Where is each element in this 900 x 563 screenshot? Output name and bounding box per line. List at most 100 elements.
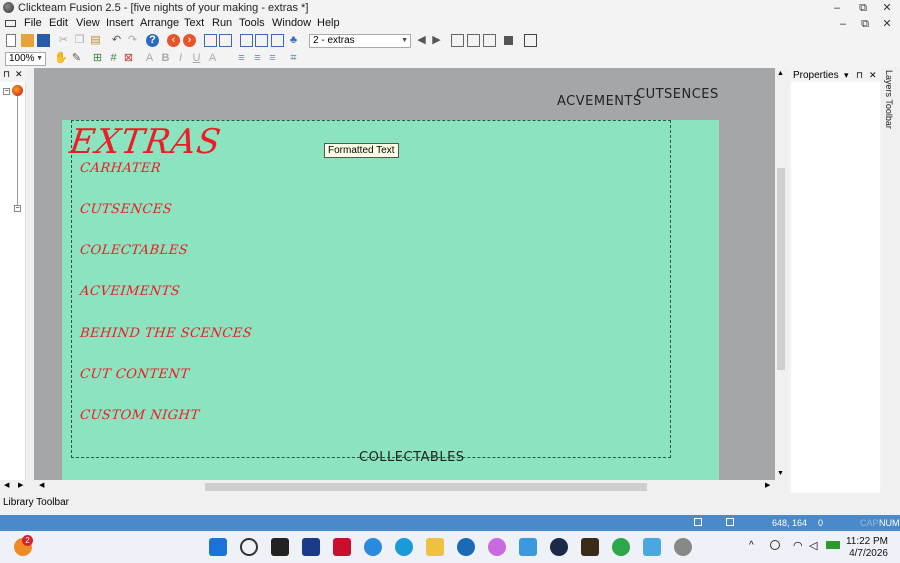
close-icon[interactable]: ✕ [869, 70, 877, 81]
menu-text[interactable]: Text [184, 17, 204, 29]
clock-time[interactable]: 11:22 PM [846, 536, 888, 547]
event-list-icon[interactable] [255, 34, 268, 47]
storyboard-icon[interactable] [204, 34, 217, 47]
layers-toolbar-tab[interactable] [881, 68, 900, 493]
new-file-icon[interactable] [6, 34, 16, 47]
bold-icon[interactable]: B [159, 52, 172, 65]
stop-icon[interactable] [504, 36, 513, 45]
scroll-left-icon[interactable]: ◀ [39, 481, 44, 489]
mcafee-icon[interactable] [333, 538, 351, 556]
vertical-scroll-thumb[interactable] [777, 168, 785, 370]
window-icon[interactable] [451, 34, 464, 47]
properties-body[interactable] [791, 82, 880, 493]
run-frame-icon[interactable] [524, 34, 537, 47]
scroll-down-icon[interactable]: ▼ [777, 470, 784, 477]
start-icon[interactable] [209, 538, 227, 556]
menu-edit[interactable]: Edit [49, 17, 68, 29]
wifi-icon[interactable]: ◠ [793, 539, 803, 552]
close-button[interactable]: ✕ [874, 0, 900, 16]
align-right-icon[interactable]: ≡ [266, 52, 279, 65]
redo-icon[interactable]: ↷ [126, 34, 139, 47]
chrome-icon[interactable] [612, 538, 630, 556]
save-icon[interactable] [37, 34, 50, 47]
pencil-icon[interactable]: ✎ [70, 52, 83, 65]
cloud-icon[interactable] [770, 540, 780, 550]
event-editor-icon[interactable] [240, 34, 253, 47]
scroll-right-icon[interactable]: ▶ [18, 481, 23, 489]
align-left-icon[interactable]: ≡ [235, 52, 248, 65]
menu-run[interactable]: Run [212, 17, 232, 29]
menu-file[interactable]: File [24, 17, 42, 29]
back-icon[interactable]: ‹ [167, 34, 180, 47]
file-explorer-icon[interactable] [426, 538, 444, 556]
extras-title[interactable]: EXTRAS [67, 122, 224, 162]
menu-view[interactable]: View [76, 17, 100, 29]
menu-arrange[interactable]: Arrange [140, 17, 179, 29]
open-folder-icon[interactable] [21, 34, 34, 47]
edge-icon[interactable] [395, 538, 413, 556]
paste-icon[interactable]: ▤ [89, 34, 102, 47]
hand-icon[interactable]: ✋ [54, 52, 68, 65]
frame-editor-canvas[interactable]: ACVEMENTS CUTSENCES EXTRAS Formatted Tex… [34, 68, 775, 480]
close-icon[interactable]: ✕ [15, 69, 23, 80]
menu-tools[interactable]: Tools [239, 17, 265, 29]
menu-item-custom-night[interactable]: CUSTOM NIGHT [79, 408, 200, 423]
frame-props-icon[interactable] [467, 34, 480, 47]
help-app-icon[interactable] [364, 538, 382, 556]
network-app-icon[interactable] [457, 538, 475, 556]
pin-icon[interactable]: ⊓ [856, 70, 863, 81]
menu-insert[interactable]: Insert [106, 17, 134, 29]
snap-icon[interactable]: ⊞ [91, 52, 104, 65]
steam-icon[interactable] [550, 538, 568, 556]
application-icon[interactable] [12, 85, 23, 96]
label-collectables[interactable]: COLLECTABLES [359, 450, 465, 465]
horizontal-scroll-thumb[interactable] [205, 483, 647, 491]
menu-item-acveiments[interactable]: ACVEIMENTS [79, 284, 181, 299]
scroll-right-icon[interactable]: ▶ [765, 481, 770, 489]
chevron-up-icon[interactable]: ^ [749, 540, 754, 551]
library-toolbar-label[interactable]: Library Toolbar [3, 497, 69, 508]
fit-icon[interactable]: ⌗ [287, 52, 300, 65]
task-view-icon[interactable] [271, 538, 289, 556]
pin-icon[interactable]: ⊓ [3, 69, 10, 80]
restore-button[interactable]: ⧉ [850, 0, 876, 16]
menu-item-colectables[interactable]: COLECTABLES [79, 243, 189, 258]
frame-select[interactable]: 2 - extras ▼ [309, 34, 411, 48]
menu-item-behind-the-scenes[interactable]: BEHIND THE SCENCES [79, 326, 253, 341]
grid-icon[interactable]: # [107, 52, 120, 65]
italic-icon[interactable]: I [174, 52, 187, 65]
volume-icon[interactable]: ◁ [809, 539, 817, 552]
prev-frame-icon[interactable]: ◀ [415, 34, 428, 47]
grid-settings-icon[interactable]: ⊠ [122, 52, 135, 65]
help-icon[interactable]: ? [146, 34, 159, 47]
collapse-icon[interactable]: − [14, 205, 21, 212]
battery-icon[interactable] [826, 541, 840, 549]
menu-item-carhater[interactable]: CARHATER [79, 161, 162, 176]
menu-item-cut-content[interactable]: CUT CONTENT [79, 367, 190, 382]
search-icon[interactable] [240, 538, 258, 556]
photos-icon[interactable] [519, 538, 537, 556]
zoom-select[interactable]: 100% ▼ [5, 52, 46, 66]
frame-editor-icon[interactable] [219, 34, 232, 47]
app-icon[interactable] [3, 2, 14, 13]
data-elements-icon[interactable] [271, 34, 284, 47]
layers-toolbar-label[interactable]: Layers Toolbar [884, 70, 894, 129]
collapse-icon[interactable]: − [3, 88, 10, 95]
doc-close-button[interactable]: ✕ [874, 16, 900, 32]
cut-icon[interactable]: ✂ [57, 34, 70, 47]
underline-icon[interactable]: U [190, 52, 203, 65]
clock-date[interactable]: 4/7/2026 [849, 548, 888, 559]
object-icon[interactable]: ♣ [287, 34, 300, 47]
outside-label-cutsences[interactable]: CUTSENCES [636, 87, 719, 102]
align-center-icon[interactable]: ≡ [251, 52, 264, 65]
font-icon[interactable]: A [143, 52, 156, 65]
minimize-button[interactable]: – [824, 0, 850, 16]
forward-icon[interactable]: › [183, 34, 196, 47]
document-icon[interactable] [5, 20, 16, 27]
copilot-icon[interactable] [488, 538, 506, 556]
store-icon[interactable] [302, 538, 320, 556]
menu-window[interactable]: Window [272, 17, 311, 29]
chevron-down-icon[interactable]: ▾ [844, 70, 849, 81]
fullscreen-icon[interactable] [483, 34, 496, 47]
scroll-up-icon[interactable]: ▲ [777, 70, 784, 77]
